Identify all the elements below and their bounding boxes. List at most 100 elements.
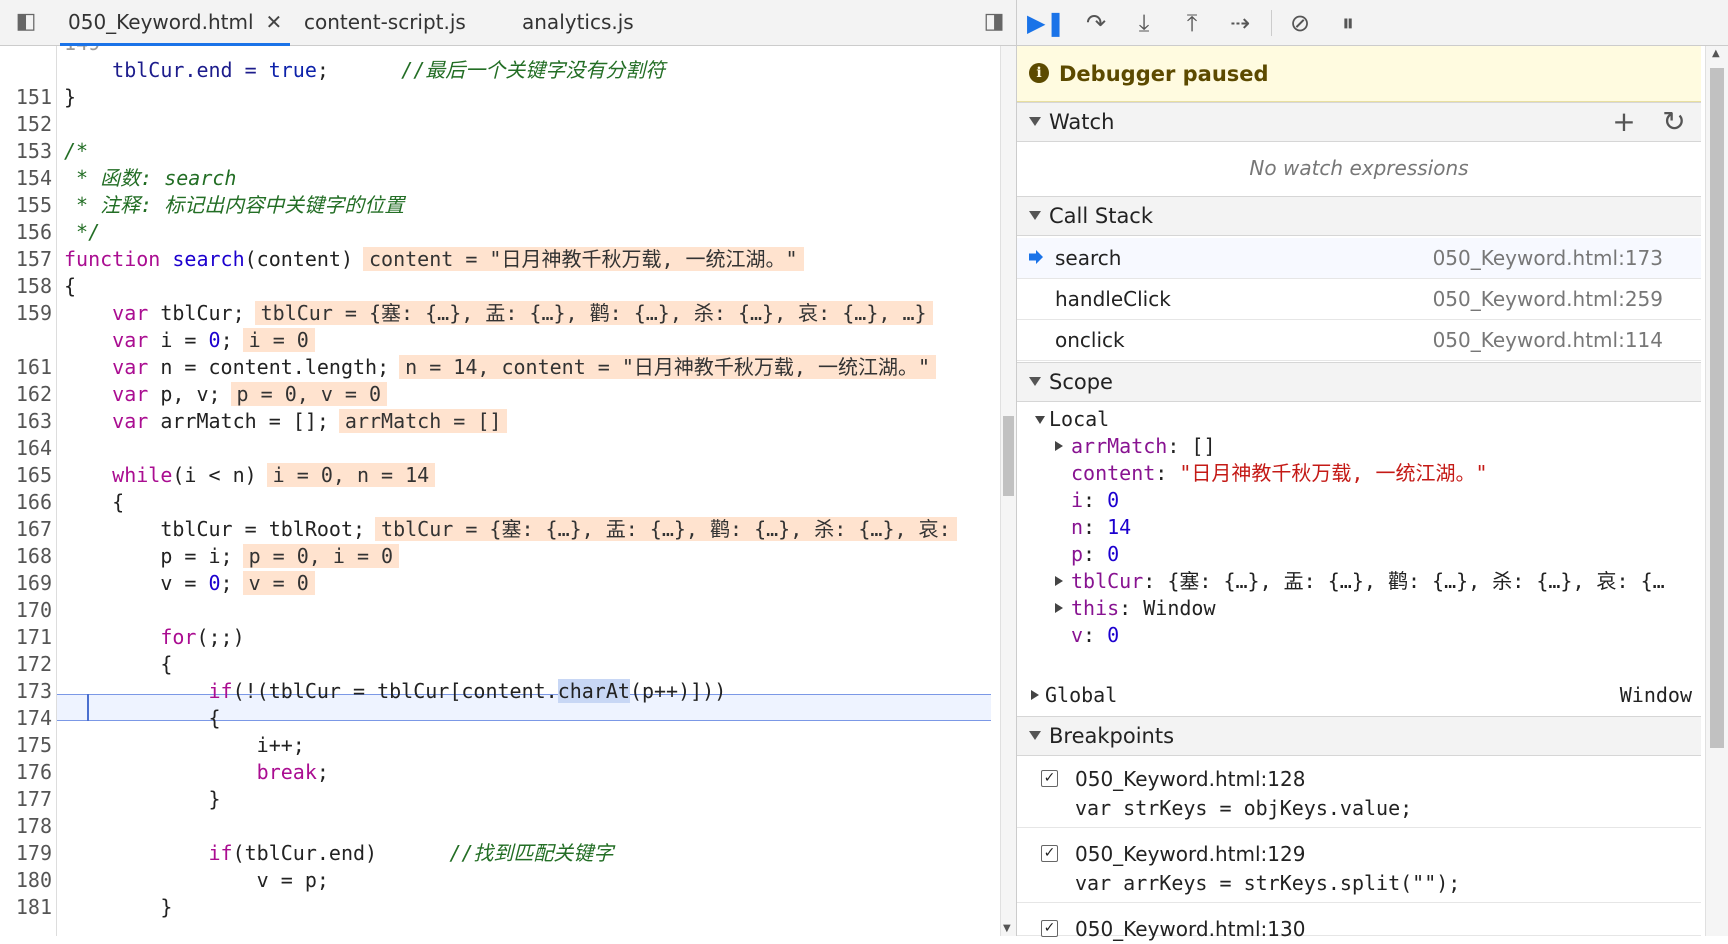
breakpoint-item[interactable]: ✓ 050_Keyword.html:130	[1017, 910, 1701, 941]
scroll-up-icon[interactable]: ▲	[1712, 48, 1720, 59]
scope-var-this[interactable]: this: Window	[1071, 595, 1216, 622]
call-stack-section-header[interactable]: Call Stack	[1017, 196, 1701, 236]
line-number[interactable]: 177	[0, 786, 52, 813]
pause-on-exceptions-icon[interactable]: ⏸	[1331, 6, 1365, 40]
expand-arrmatch-icon[interactable]	[1055, 441, 1063, 451]
code-line-157: function search(content) content = "日月神教千…	[64, 246, 804, 273]
frame-location[interactable]: 050_Keyword.html:259	[1433, 279, 1663, 319]
line-number[interactable]: 159	[0, 300, 52, 327]
line-number[interactable]: 181	[0, 894, 52, 921]
line-number[interactable]: 169	[0, 570, 52, 597]
line-number[interactable]: 168	[0, 543, 52, 570]
breakpoint-checkbox[interactable]: ✓	[1041, 920, 1058, 937]
inline-value: i = 0, n = 14	[266, 463, 436, 487]
tab-analytics[interactable]: analytics.js	[522, 0, 634, 46]
scope-var-n[interactable]: n: 14	[1071, 514, 1131, 541]
breakpoint-location[interactable]: 050_Keyword.html:129	[1075, 839, 1305, 869]
scope-var-i[interactable]: i: 0	[1071, 487, 1119, 514]
code-line-171: for(;;)	[64, 625, 245, 649]
line-number[interactable]: 174	[0, 705, 52, 732]
tab-050-keyword[interactable]: 050_Keyword.html ✕	[60, 0, 291, 46]
sidebar-scrollbar[interactable]: ▲	[1705, 46, 1728, 936]
breakpoint-code: var strKeys = objKeys.value;	[1075, 796, 1413, 820]
scrollbar-thumb[interactable]	[1003, 416, 1014, 496]
expand-global-icon[interactable]	[1031, 690, 1039, 700]
step-over-icon[interactable]: ↷	[1079, 6, 1113, 40]
scope-var-p[interactable]: p: 0	[1071, 541, 1119, 568]
call-frame-search[interactable]: search 050_Keyword.html:173	[1017, 238, 1701, 279]
step-out-icon[interactable]: ⤒	[1175, 6, 1209, 40]
line-number[interactable]: 171	[0, 624, 52, 651]
watch-section-header[interactable]: Watch + ↻	[1017, 102, 1701, 142]
resume-icon[interactable]: ▶❚	[1027, 6, 1066, 40]
step-into-icon[interactable]: ⤓	[1127, 6, 1161, 40]
code-line-161: var n = content.length; n = 14, content =…	[64, 354, 937, 381]
line-number[interactable]: 172	[0, 651, 52, 678]
breakpoint-location[interactable]: 050_Keyword.html:128	[1075, 764, 1305, 794]
expand-this-icon[interactable]	[1055, 603, 1063, 613]
call-frame-onclick[interactable]: onclick 050_Keyword.html:114	[1017, 320, 1701, 361]
expand-local-icon[interactable]	[1035, 416, 1045, 424]
call-frame-handleclick[interactable]: handleClick 050_Keyword.html:259	[1017, 279, 1701, 320]
line-number[interactable]: 152	[0, 111, 52, 138]
line-number[interactable]: 161	[0, 354, 52, 381]
line-number[interactable]: 179	[0, 840, 52, 867]
line-number[interactable]: 176	[0, 759, 52, 786]
line-number[interactable]: 156	[0, 219, 52, 246]
scope-var-tblcur[interactable]: tblCur: {塞: {…}, 盂: {…}, 鹳: {…}, 杀: {…},…	[1071, 568, 1665, 595]
close-tab-icon[interactable]: ✕	[266, 10, 283, 34]
line-number[interactable]: 153	[0, 138, 52, 165]
code-line-181: }	[64, 895, 173, 919]
breakpoint-checkbox[interactable]: ✓	[1041, 770, 1058, 787]
toggle-debugger-icon[interactable]: ◨	[980, 8, 1008, 36]
scrollbar-thumb[interactable]	[1710, 68, 1724, 748]
step-icon[interactable]: ⇢	[1223, 6, 1257, 40]
line-number[interactable]: 157	[0, 246, 52, 273]
frame-location[interactable]: 050_Keyword.html:173	[1433, 238, 1663, 278]
inline-value: n = 14, content = "日月神教千秋万载, 一统江湖。"	[399, 355, 937, 379]
line-number[interactable]: 178	[0, 813, 52, 840]
line-number[interactable]: 166	[0, 489, 52, 516]
line-number[interactable]: 158	[0, 273, 52, 300]
line-number[interactable]: 163	[0, 408, 52, 435]
breakpoint-line-number[interactable]: 160	[0, 327, 52, 354]
editor-tab-bar: ◧ 050_Keyword.html ✕ content-script.js an…	[0, 0, 1016, 46]
scope-section-header[interactable]: Scope	[1017, 362, 1701, 402]
breakpoint-item[interactable]: ✓ 050_Keyword.html:129 var arrKeys = str…	[1017, 835, 1701, 903]
line-number[interactable]: 151	[0, 84, 52, 111]
breakpoint-item[interactable]: ✓ 050_Keyword.html:128 var strKeys = obj…	[1017, 760, 1701, 828]
line-number[interactable]: 155	[0, 192, 52, 219]
scope-var-arrmatch[interactable]: arrMatch: []	[1071, 433, 1216, 460]
toggle-navigator-icon[interactable]: ◧	[12, 8, 40, 36]
scope-var-v[interactable]: v: 0	[1071, 622, 1119, 649]
line-number[interactable]: 154	[0, 165, 52, 192]
line-number[interactable]: 164	[0, 435, 52, 462]
breakpoint-checkbox[interactable]: ✓	[1041, 845, 1058, 862]
inline-value: i = 0	[242, 328, 315, 352]
line-number-gutter[interactable]: 150 151 152 153 154 155 156 157 158 159 160 161 162 1…	[0, 46, 57, 936]
line-number[interactable]: 180	[0, 867, 52, 894]
line-number[interactable]: 173	[0, 678, 52, 705]
code-editor[interactable]: 150 151 152 153 154 155 156 157 158 159 160 161 162 1…	[0, 46, 1000, 936]
line-number[interactable]: 167	[0, 516, 52, 543]
breakpoints-section-header[interactable]: Breakpoints	[1017, 716, 1701, 756]
scroll-down-icon[interactable]: ▼	[1003, 923, 1011, 934]
breakpoint-line-number[interactable]: 150	[0, 57, 52, 84]
editor-scrollbar[interactable]: ▼	[1000, 46, 1016, 936]
line-number[interactable]: 170	[0, 597, 52, 624]
refresh-watch-icon[interactable]: ↻	[1657, 105, 1691, 139]
deactivate-breakpoints-icon[interactable]: ⊘	[1283, 6, 1317, 40]
breakpoint-location[interactable]: 050_Keyword.html:130	[1075, 914, 1305, 944]
expand-tblcur-icon[interactable]	[1055, 576, 1063, 586]
local-scope-label[interactable]: Local	[1049, 406, 1109, 433]
global-scope-label[interactable]: Global	[1045, 682, 1117, 709]
code-line-180: v = p;	[64, 868, 329, 892]
scope-var-content[interactable]: content: "日月神教千秋万载, 一统江湖。"	[1071, 460, 1488, 487]
line-number[interactable]: 162	[0, 381, 52, 408]
tab-content-script[interactable]: content-script.js	[304, 0, 466, 46]
frame-location[interactable]: 050_Keyword.html:114	[1433, 320, 1663, 360]
line-number[interactable]: 165	[0, 462, 52, 489]
line-number[interactable]: 175	[0, 732, 52, 759]
add-watch-icon[interactable]: +	[1607, 105, 1641, 139]
inline-value: content = "日月神教千秋万载, 一统江湖。"	[363, 247, 804, 271]
